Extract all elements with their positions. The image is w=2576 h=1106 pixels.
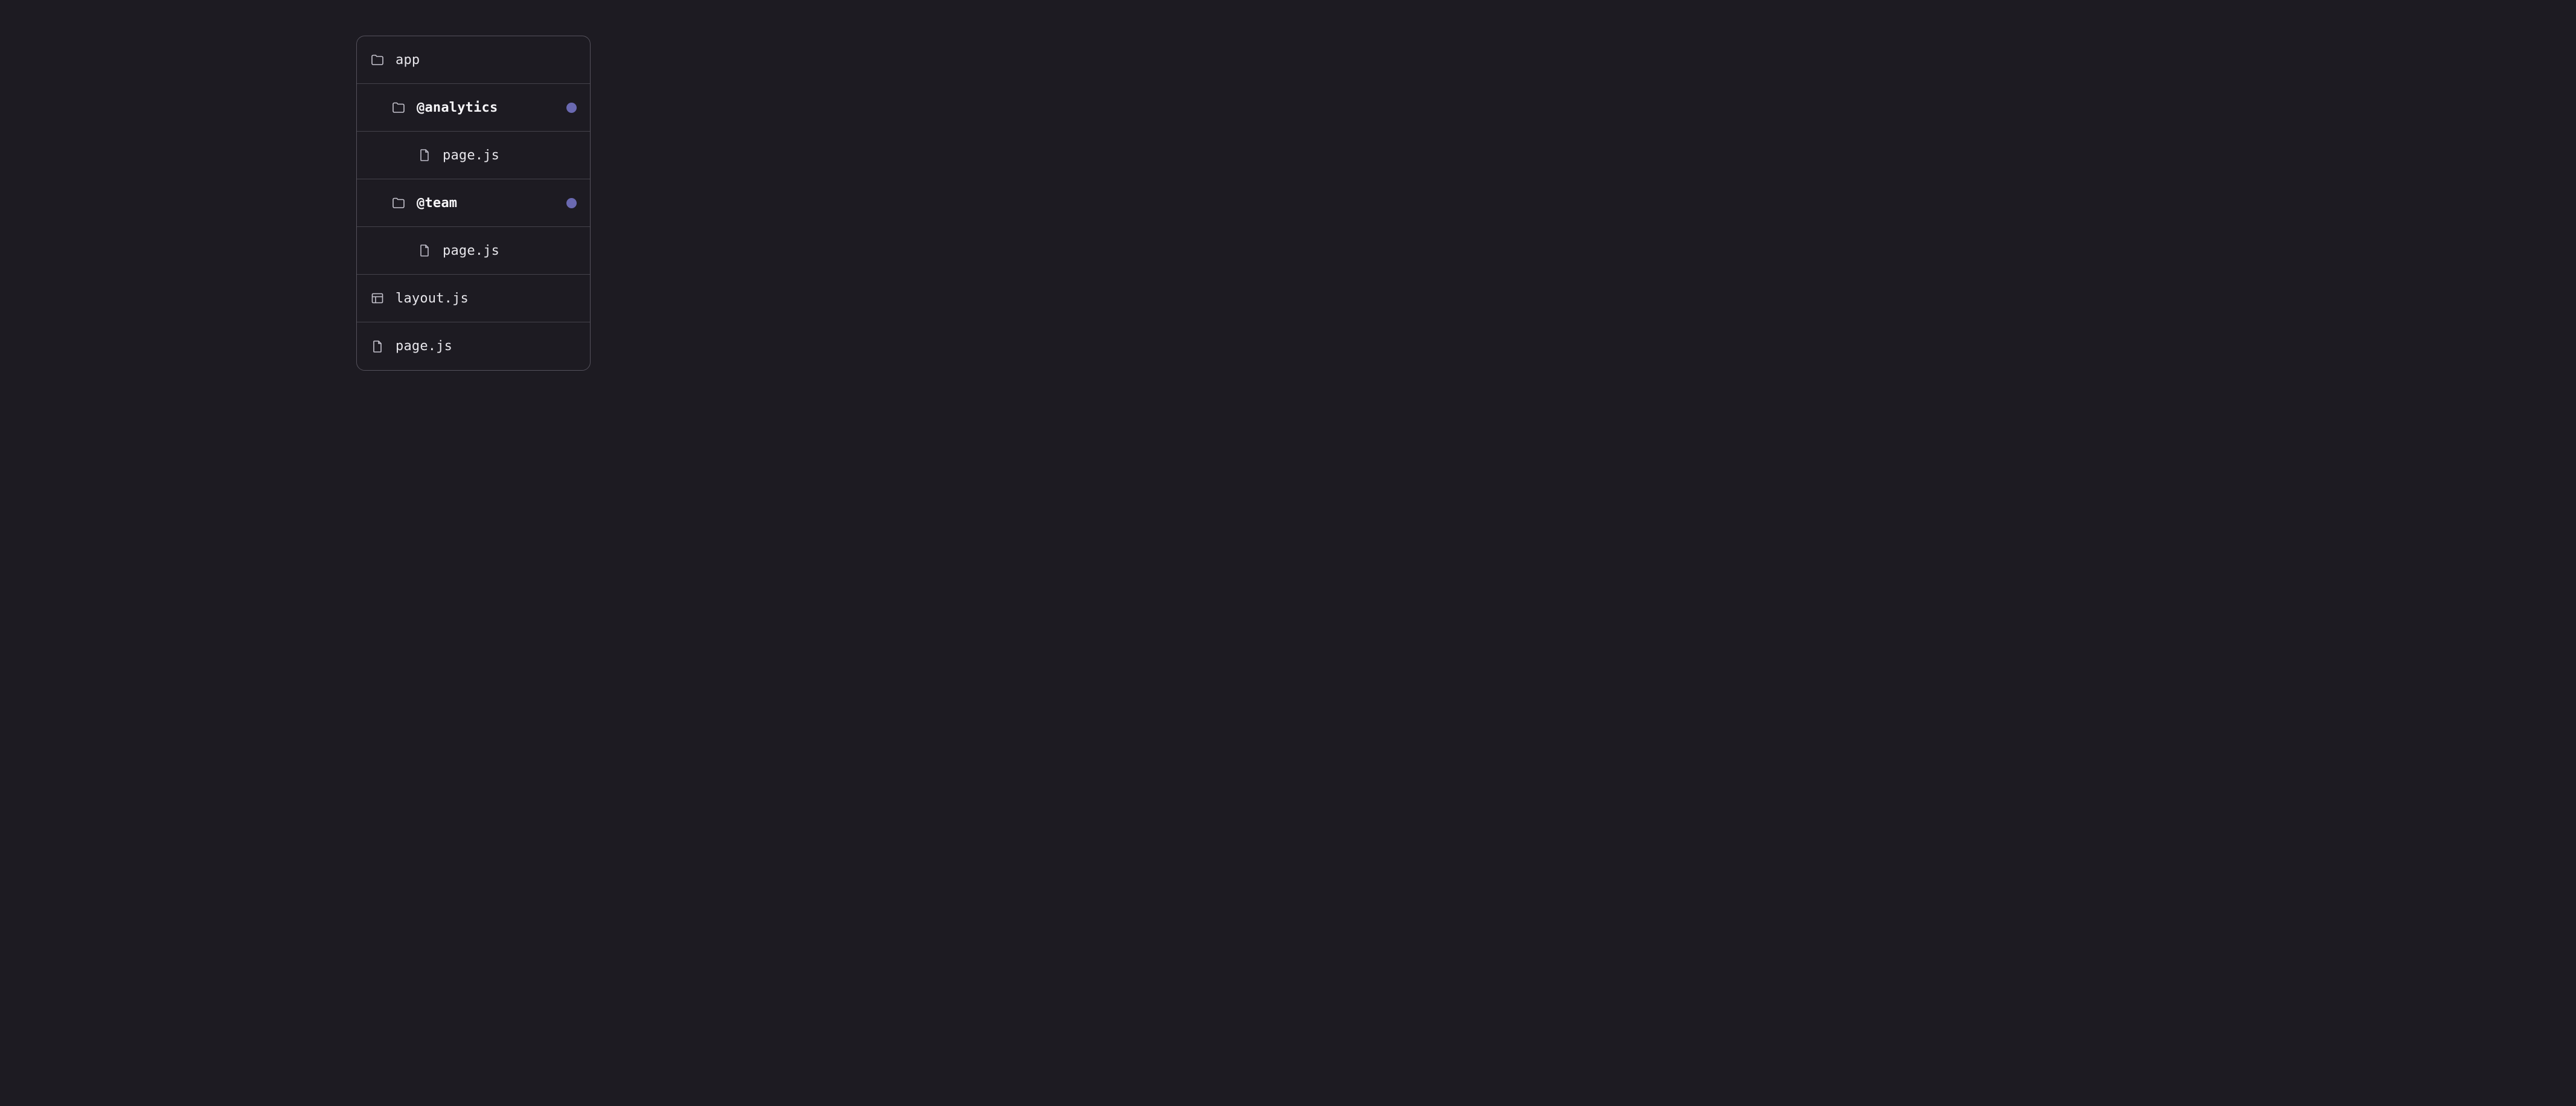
tree-row-team[interactable]: @team <box>357 179 590 227</box>
file-icon <box>370 339 385 354</box>
tree-row-layout[interactable]: layout.js <box>357 275 590 322</box>
layout-icon <box>370 291 385 305</box>
tree-row-label: @analytics <box>417 100 556 115</box>
file-icon <box>417 243 432 258</box>
tree-row-label: app <box>396 53 577 68</box>
tree-row-analytics[interactable]: @analytics <box>357 84 590 132</box>
folder-icon <box>370 53 385 67</box>
file-tree: app @analytics page.js @team <box>356 36 591 371</box>
slot-indicator-dot <box>566 103 577 113</box>
tree-row-app[interactable]: app <box>357 36 590 84</box>
tree-row-label: @team <box>417 196 556 211</box>
tree-row-label: page.js <box>443 148 577 163</box>
folder-icon <box>391 100 406 115</box>
folder-icon <box>391 196 406 210</box>
tree-row-root-page[interactable]: page.js <box>357 322 590 370</box>
tree-row-team-page[interactable]: page.js <box>357 227 590 275</box>
tree-row-analytics-page[interactable]: page.js <box>357 132 590 179</box>
tree-row-label: page.js <box>443 243 577 258</box>
tree-row-label: page.js <box>396 339 577 354</box>
slot-indicator-dot <box>566 198 577 208</box>
file-icon <box>417 148 432 162</box>
tree-row-label: layout.js <box>396 291 577 306</box>
file-tree-diagram: app @analytics page.js @team <box>0 0 947 406</box>
